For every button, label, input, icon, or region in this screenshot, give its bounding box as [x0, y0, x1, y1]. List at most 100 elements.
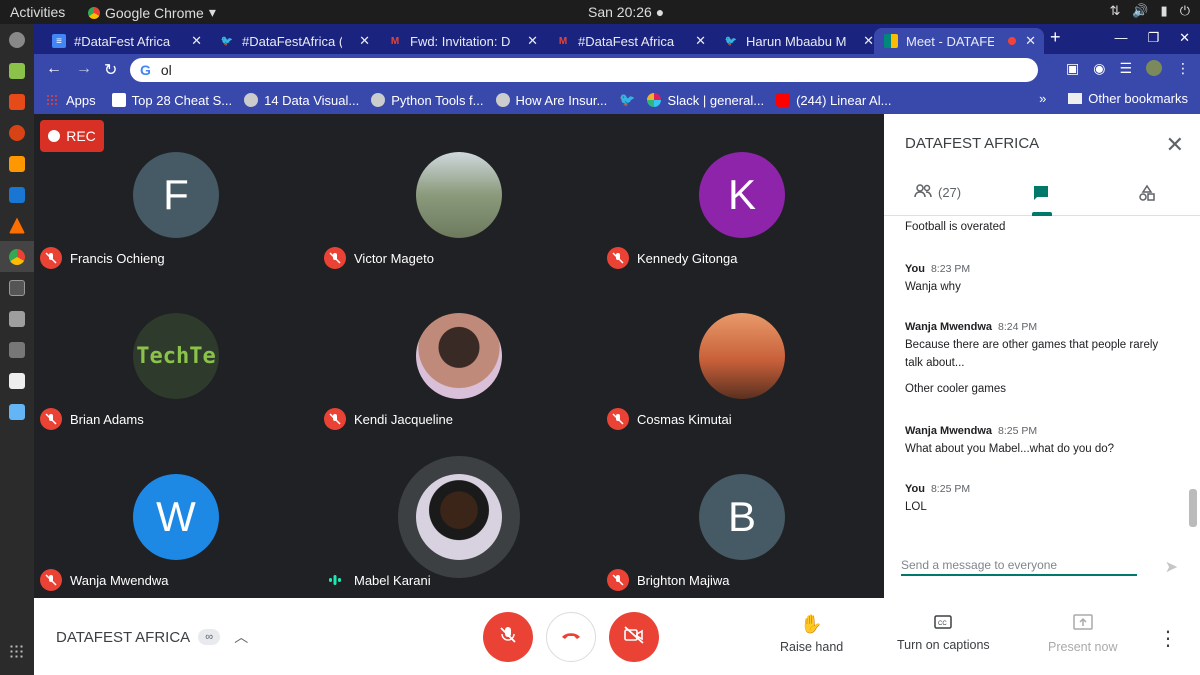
- back-icon[interactable]: ←: [46, 60, 62, 78]
- bookmark-item[interactable]: 🐦: [619, 92, 635, 108]
- twitter-icon: 🐦: [220, 35, 234, 47]
- message-text: LOL: [905, 501, 927, 513]
- tab-1[interactable]: 🐦 #DataFestAfrica (2 ✕: [210, 28, 378, 54]
- dock-item-app[interactable]: [0, 117, 34, 148]
- battery-icon[interactable]: ▮: [1161, 3, 1168, 19]
- raise-hand-button[interactable]: ✋ Raise hand: [780, 614, 843, 654]
- participant-name: Kendi Jacqueline: [324, 408, 453, 430]
- show-apps-button[interactable]: [0, 636, 34, 667]
- bookmark-item[interactable]: How Are Insur...: [495, 92, 608, 108]
- more-options-icon[interactable]: ⋮: [1158, 626, 1178, 651]
- dock-item-app[interactable]: [0, 55, 34, 86]
- tab-activities[interactable]: [1138, 184, 1156, 205]
- camera-icon: [9, 310, 25, 327]
- close-icon[interactable]: ✕: [527, 33, 538, 49]
- microphone-toggle-button[interactable]: [483, 612, 533, 662]
- tab-0[interactable]: ≡ #DataFest Africa 2 ✕: [42, 28, 210, 54]
- close-icon[interactable]: ✕: [191, 33, 202, 49]
- close-icon[interactable]: ✕: [1025, 33, 1036, 49]
- tab-chat[interactable]: [1032, 184, 1050, 205]
- dock-item-vlc[interactable]: [0, 210, 34, 241]
- settings-icon: [9, 31, 25, 48]
- bookmark-item[interactable]: 14 Data Visual...: [244, 93, 359, 108]
- vscode-icon: [9, 186, 25, 203]
- panel-title: DATAFEST AFRICA: [905, 135, 1040, 152]
- menu-icon[interactable]: ⋮: [1176, 60, 1190, 77]
- participant-label: Cosmas Kimutai: [637, 411, 732, 427]
- system-top-bar: Activities Google Chrome ▾ San 20:26 ● ⇅…: [0, 0, 1200, 24]
- forward-icon[interactable]: →: [76, 60, 92, 78]
- camera-toggle-button[interactable]: [609, 612, 659, 662]
- message-sender: Wanja Mwendwa: [905, 425, 992, 437]
- recording-badge: REC: [40, 120, 104, 152]
- bookmark-label: Apps: [66, 92, 96, 108]
- close-icon[interactable]: ✕: [359, 33, 370, 49]
- clock[interactable]: San 20:26 ●: [588, 4, 664, 20]
- other-bookmarks[interactable]: » Other bookmarks: [1039, 91, 1188, 106]
- avatar: [416, 474, 502, 560]
- address-bar[interactable]: G ol: [130, 58, 1038, 82]
- chat-scrollbar[interactable]: [1189, 489, 1197, 527]
- dock-item-app[interactable]: [0, 365, 34, 396]
- extension-icon[interactable]: ▣: [1066, 60, 1079, 77]
- tab-5[interactable]: Meet - DATAFE ✕: [874, 28, 1044, 54]
- reload-icon[interactable]: ↻: [104, 60, 117, 80]
- dock-item-chrome[interactable]: [0, 241, 34, 272]
- other-bookmarks-label: Other bookmarks: [1088, 91, 1188, 106]
- dock-item-terminal[interactable]: [0, 272, 34, 303]
- network-icon[interactable]: ⇅: [1109, 3, 1120, 19]
- bookmark-apps[interactable]: Apps: [46, 93, 96, 108]
- minimize-icon[interactable]: —: [1114, 30, 1127, 46]
- tab-4[interactable]: 🐦 Harun Mbaabu Mv ✕: [714, 28, 882, 54]
- participant-label: Brighton Majiwa: [637, 572, 730, 588]
- dock-item-document[interactable]: [0, 396, 34, 427]
- extension-icons: ▣ ◉ ☰ ⋮: [1066, 60, 1190, 77]
- bookmark-label: How Are Insur...: [515, 92, 608, 108]
- close-icon[interactable]: ✕: [1179, 30, 1190, 46]
- present-now-button[interactable]: Present now: [1048, 614, 1117, 654]
- tab-people[interactable]: (27): [914, 184, 961, 201]
- profile-avatar-icon[interactable]: [1146, 60, 1162, 76]
- send-icon[interactable]: ➤: [1165, 557, 1178, 577]
- close-icon[interactable]: ✕: [863, 33, 874, 49]
- app-menu[interactable]: Google Chrome ▾: [88, 4, 216, 21]
- tab-2[interactable]: M Fwd: Invitation: DA ✕: [378, 28, 546, 54]
- tab-3[interactable]: M #DataFest Africa 2 ✕: [546, 28, 714, 54]
- participant-name: Victor Mageto: [324, 247, 434, 269]
- dock-item-camera[interactable]: [0, 303, 34, 334]
- dock-item-video[interactable]: [0, 334, 34, 365]
- globe-icon: [495, 93, 510, 107]
- close-icon[interactable]: ✕: [1166, 132, 1184, 158]
- dock-item-settings[interactable]: [0, 24, 34, 55]
- tab-label: #DataFest Africa 2: [74, 33, 174, 49]
- leave-call-button[interactable]: [546, 612, 596, 662]
- bookmark-item[interactable]: Top 28 Cheat S...: [111, 93, 232, 108]
- bookmark-item[interactable]: Python Tools f...: [371, 93, 484, 108]
- participant-label: Kendi Jacqueline: [354, 411, 454, 427]
- extension-icon[interactable]: ◉: [1093, 60, 1105, 77]
- dock-item-sublime[interactable]: [0, 148, 34, 179]
- volume-icon[interactable]: 🔊: [1132, 3, 1148, 19]
- meeting-details-button[interactable]: DATAFEST AFRICA ∞ ︿: [56, 627, 248, 647]
- dock-item-vscode[interactable]: [0, 179, 34, 210]
- activities-button[interactable]: Activities: [10, 4, 65, 20]
- document-icon: [9, 403, 25, 420]
- bookmark-item[interactable]: Slack | general...: [647, 93, 764, 108]
- extension-icon[interactable]: ☰: [1119, 60, 1132, 77]
- participant-label: Mabel Karani: [354, 572, 431, 588]
- close-icon[interactable]: ✕: [695, 33, 706, 49]
- bookmark-item[interactable]: (244) Linear Al...: [776, 93, 891, 108]
- avatar: B: [699, 474, 785, 560]
- sublime-icon: [9, 155, 25, 172]
- twitter-icon: 🐦: [724, 35, 738, 47]
- link-icon: ∞: [198, 629, 221, 645]
- record-dot-icon: [48, 130, 61, 142]
- maximize-icon[interactable]: ❐: [1147, 30, 1159, 46]
- dock-item-files[interactable]: [0, 86, 34, 117]
- address-input[interactable]: ol: [161, 62, 172, 78]
- captions-button[interactable]: CC Turn on captions: [897, 614, 990, 652]
- power-icon[interactable]: ⏻: [1180, 3, 1190, 19]
- chevron-right-icon[interactable]: »: [1039, 91, 1046, 106]
- new-tab-button[interactable]: +: [1050, 27, 1061, 48]
- chat-input[interactable]: Send a message to everyone: [901, 558, 1137, 576]
